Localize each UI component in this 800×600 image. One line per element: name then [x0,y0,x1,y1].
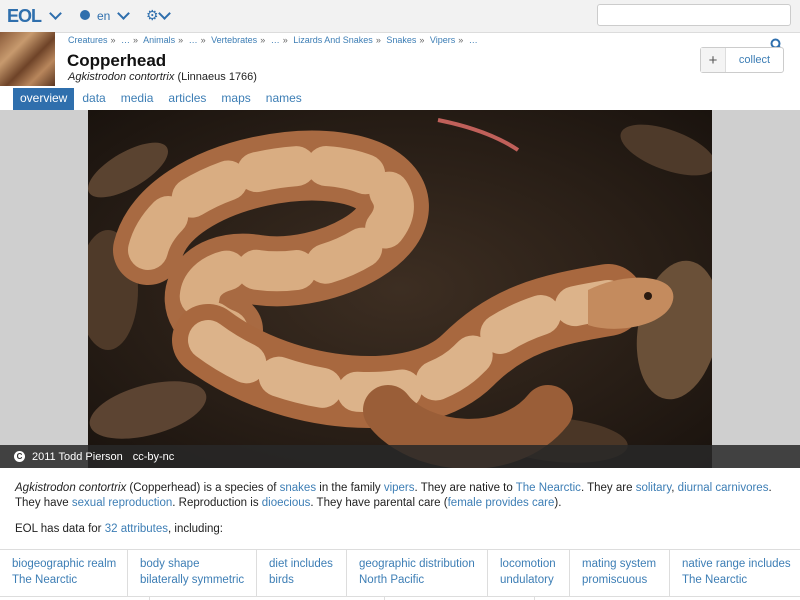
authority: (Linnaeus 1766) [177,71,257,83]
breadcrumb-item[interactable]: Vipers [430,35,455,45]
language-chevron-down-icon[interactable] [117,7,130,20]
attribute-label: native range includes [682,558,791,570]
breadcrumb-item[interactable]: Vertebrates [211,35,257,45]
attribute-value: birds [269,574,294,586]
breadcrumb-item[interactable]: Animals [143,35,175,45]
eol-logo[interactable]: EOL [7,6,42,27]
breadcrumb-item[interactable]: … [271,35,280,45]
breadcrumb-item[interactable]: Snakes [386,35,416,45]
attribute-label: geographic distribution [359,558,475,570]
summary-text: (Copperhead) is a species of [126,482,280,494]
tab-articles[interactable]: articles [161,88,213,110]
link-diurnal[interactable]: diurnal [678,482,713,494]
photo-credit[interactable]: 2011 Todd Pierson [32,451,123,463]
attribute-label: biogeographic realm [12,558,117,570]
summary-text: . They are native to [414,482,516,494]
attribute-label: locomotion [500,558,556,570]
summary-text: . They are [580,482,636,494]
attribute-cell-partial [150,596,385,600]
summary-scientific-name: Agkistrodon contortrix [15,482,127,494]
species-summary: Agkistrodon contortrix (Copperhead) is a… [15,481,790,511]
attribute-label: mating system [582,558,657,570]
tab-data[interactable]: data [75,88,112,110]
breadcrumb-item[interactable]: … [121,35,130,45]
attribute-value: North Pacific [359,574,425,586]
attribute-cell[interactable]: mating system promiscuous [570,550,670,596]
attribute-grid: biogeographic realm The Nearctic body sh… [0,549,800,597]
attribute-label: body shape [140,558,200,570]
attribute-value: undulatory [500,574,554,586]
link-carnivores[interactable]: carnivores [715,482,768,494]
link-snakes[interactable]: snakes [280,482,316,494]
tab-media[interactable]: media [114,88,161,110]
attribute-cell-partial [385,596,535,600]
attribute-cell[interactable]: body shape bilaterally symmetric [128,550,257,596]
tab-maps[interactable]: maps [214,88,257,110]
attributes-intro-text: , including: [168,523,223,535]
tab-overview[interactable]: overview [13,88,75,110]
attribute-cell[interactable]: biogeographic realm The Nearctic [0,550,128,596]
plus-icon: + [701,48,726,72]
gear-icon[interactable]: ⚙ [146,7,159,24]
link-dioecious[interactable]: dioecious [262,497,311,509]
summary-text: . They have parental care ( [310,497,448,509]
link-solitary[interactable]: solitary [636,482,672,494]
globe-icon[interactable] [80,10,90,20]
link-nearctic[interactable]: The Nearctic [516,482,581,494]
breadcrumb-item[interactable]: … [189,35,198,45]
breadcrumb: Creatures» …» Animals» …» Vertebrates» …… [68,35,478,45]
attribute-value: The Nearctic [682,574,748,586]
summary-text: . Reproduction is [172,497,262,509]
attribute-cell[interactable]: geographic distribution North Pacific [347,550,488,596]
attribute-cell-partial [0,596,150,600]
tab-bar: overview data media articles maps names [13,88,310,110]
language-selector[interactable]: en [97,9,110,23]
copperhead-photo[interactable] [88,110,712,468]
settings-chevron-down-icon[interactable] [158,7,171,20]
page-title: Copperhead [67,51,167,70]
attribute-label: diet includes [269,558,333,570]
breadcrumb-item[interactable]: Lizards And Snakes [293,35,373,45]
breadcrumb-item[interactable]: Creatures [68,35,108,45]
scientific-name-italic: Agkistrodon contortrix [68,71,175,83]
top-bar: EOL en ⚙ [0,0,800,33]
photo-license[interactable]: cc-by-nc [133,451,175,463]
attributes-intro: EOL has data for 32 attributes, includin… [15,523,223,535]
attribute-cell[interactable]: native range includes The Nearctic [670,550,800,596]
link-female-provides-care[interactable]: female provides care [448,497,555,509]
attribute-cell[interactable]: locomotion undulatory [488,550,570,596]
attribute-value: The Nearctic [12,574,78,586]
photo-credit-bar: C 2011 Todd Pierson cc-by-nc [0,445,800,468]
search-input[interactable] [597,4,791,26]
collect-label: collect [738,54,771,66]
summary-text: ). [554,497,562,509]
logo-chevron-down-icon[interactable] [49,7,62,20]
link-sexual-reproduction[interactable]: sexual reproduction [72,497,172,509]
attribute-cell[interactable]: diet includes birds [257,550,347,596]
tab-names[interactable]: names [259,88,309,110]
taxon-thumbnail[interactable] [0,32,55,86]
attributes-intro-text: EOL has data for [15,523,105,535]
attribute-grid-next-row [0,596,800,600]
scientific-name: Agkistrodon contortrix (Linnaeus 1766) [68,71,257,83]
collect-button[interactable]: + collect [700,47,784,73]
hero-image-area: C 2011 Todd Pierson cc-by-nc [0,110,800,468]
summary-text: in the family [316,482,384,494]
link-attributes[interactable]: 32 attributes [105,523,168,535]
link-vipers[interactable]: vipers [384,482,415,494]
breadcrumb-item[interactable]: … [469,35,478,45]
attribute-value: promiscuous [582,574,648,586]
snake-illustration [88,110,712,468]
copyright-icon: C [14,451,25,462]
attribute-value: bilaterally symmetric [140,574,245,586]
